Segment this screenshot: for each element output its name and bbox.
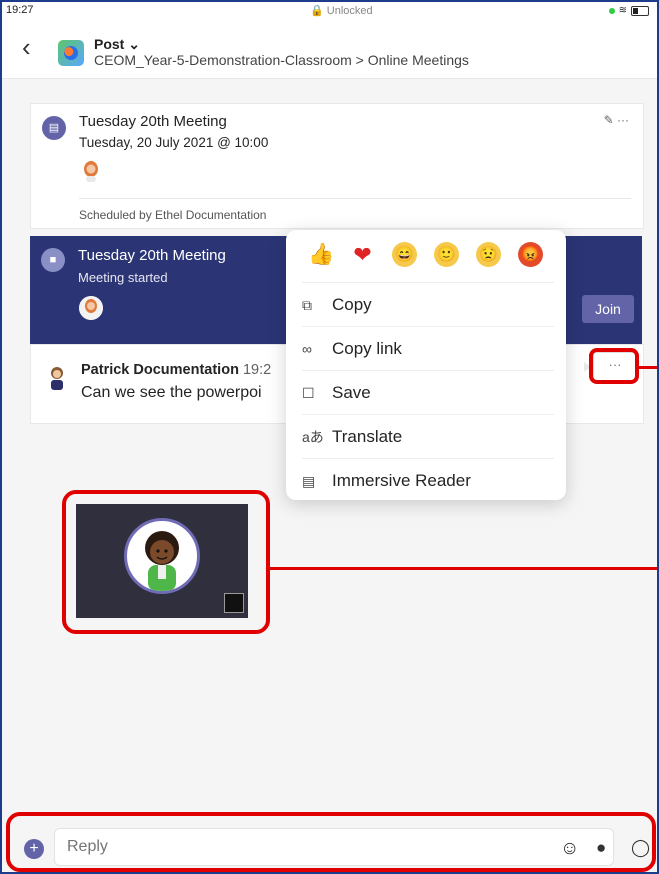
meeting-status: Meeting started xyxy=(78,270,168,285)
organizer-avatar xyxy=(84,161,98,182)
sad-reaction-icon[interactable]: 😟 xyxy=(476,242,501,267)
meeting-title: Tuesday 20th Meeting xyxy=(78,247,226,264)
lock-label: Unlocked xyxy=(326,5,373,17)
channel-title[interactable]: Post ⌄ xyxy=(94,36,140,53)
card-actions[interactable]: ✎ ··· xyxy=(604,113,629,127)
menu-item-label: Save xyxy=(332,383,371,402)
status-bar: 19:27 🔒 Unlocked ≋ xyxy=(2,2,657,20)
app-frame: 19:27 🔒 Unlocked ≋ ‹ Post ⌄ CEOM_Year-5-… xyxy=(0,0,659,874)
menu-item-label: Translate xyxy=(332,427,403,446)
video-camera-icon: ■ xyxy=(41,248,65,272)
immersive-reader-icon: ▤ xyxy=(302,472,316,489)
camera-indicator-icon xyxy=(608,7,615,14)
scheduled-by: Scheduled by Ethel Documentation xyxy=(79,208,267,222)
reaction-bar: 👍 ❤ 😄 🙂 😟 😡 xyxy=(308,242,543,267)
battery-icon xyxy=(631,5,649,16)
meeting-datetime: Tuesday, 20 July 2021 @ 10:00 xyxy=(79,135,269,150)
author-name: Patrick Documentation xyxy=(81,362,239,378)
link-icon: ∞ xyxy=(302,341,312,357)
menu-item-copy[interactable]: ⧉ Copy xyxy=(302,282,554,327)
message-context-menu: 👍 ❤ 😄 🙂 😟 😡 ⧉ Copy ∞ Copy link ☐ Save aあ… xyxy=(286,230,566,500)
highlight-connector xyxy=(270,567,657,570)
menu-item-immersive-reader[interactable]: ▤ Immersive Reader xyxy=(302,458,554,503)
channel-header: ‹ Post ⌄ CEOM_Year-5-Demonstration-Class… xyxy=(2,20,657,79)
menu-item-label: Immersive Reader xyxy=(332,471,471,490)
breadcrumb: CEOM_Year-5-Demonstration-Classroom > On… xyxy=(94,52,469,68)
like-reaction-icon[interactable]: 👍 xyxy=(308,242,334,267)
participant-avatar xyxy=(79,296,103,320)
divider xyxy=(79,198,631,199)
wifi-icon: ≋ xyxy=(618,5,627,16)
menu-item-save[interactable]: ☐ Save xyxy=(302,370,554,415)
team-avatar[interactable] xyxy=(58,40,84,66)
calendar-icon: ▤ xyxy=(42,116,66,140)
meeting-title: Tuesday 20th Meeting xyxy=(79,113,227,130)
status-time: 19:27 xyxy=(6,4,34,16)
highlight-more-options xyxy=(589,348,639,384)
back-chevron-icon[interactable]: ‹ xyxy=(22,34,31,60)
laugh-reaction-icon[interactable]: 😄 xyxy=(392,242,417,267)
menu-item-label: Copy xyxy=(332,295,372,314)
menu-item-label: Copy link xyxy=(332,339,402,358)
heart-reaction-icon[interactable]: ❤ xyxy=(350,242,375,267)
message-text: Can we see the powerpoi xyxy=(81,384,262,401)
scheduled-meeting-card[interactable]: ▤ Tuesday 20th Meeting Tuesday, 20 July … xyxy=(30,103,644,229)
message-time: 19:2 xyxy=(242,362,272,378)
surprised-reaction-icon[interactable]: 🙂 xyxy=(434,242,459,267)
lock-status: 🔒 Unlocked xyxy=(310,5,373,17)
highlight-compose-bar xyxy=(6,812,656,872)
translate-icon: aあ xyxy=(302,429,324,445)
highlight-video-thumbnail xyxy=(62,490,270,634)
angry-reaction-icon[interactable]: 😡 xyxy=(518,242,543,267)
bookmark-icon: ☐ xyxy=(302,384,315,401)
highlight-connector xyxy=(639,366,657,369)
status-icons: ≋ xyxy=(608,5,649,16)
copy-icon: ⧉ xyxy=(302,296,312,313)
message-author: Patrick Documentation 19:2 xyxy=(81,362,271,378)
join-button[interactable]: Join xyxy=(582,295,634,323)
author-avatar xyxy=(51,367,63,390)
menu-item-copy-link[interactable]: ∞ Copy link xyxy=(302,326,554,371)
menu-item-translate[interactable]: aあ Translate xyxy=(302,414,554,459)
